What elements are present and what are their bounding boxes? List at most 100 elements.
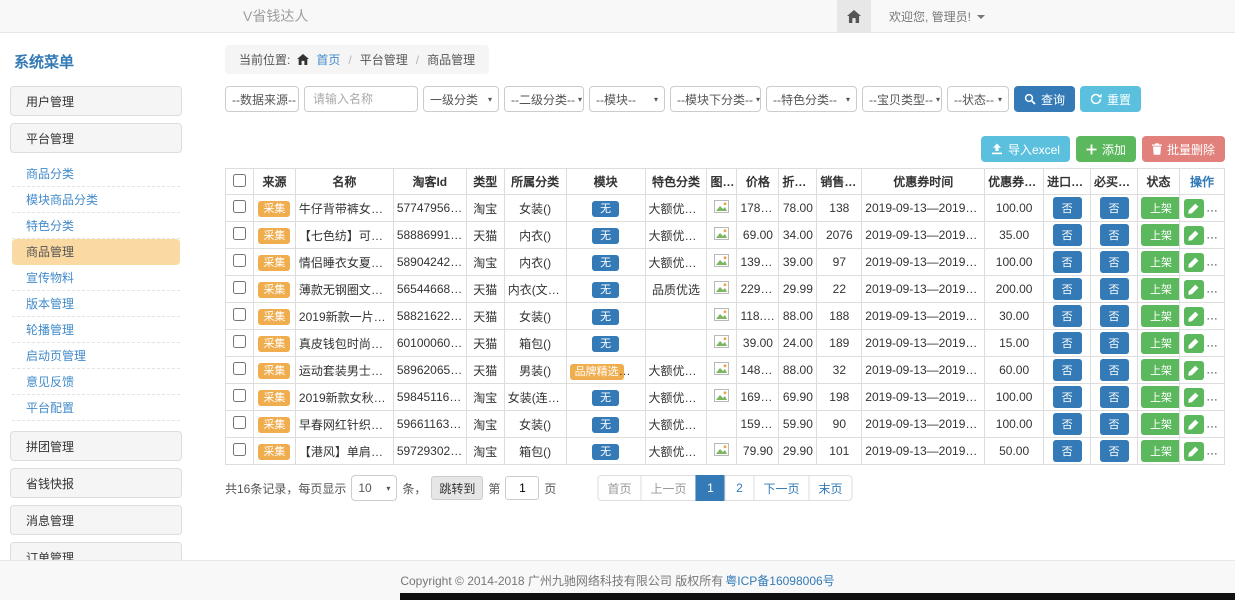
sidebar-item-版本管理[interactable]: 版本管理: [12, 291, 180, 317]
sidebar-item-商品分类[interactable]: 商品分类: [12, 161, 180, 187]
breadcrumb-prefix: 当前位置:: [239, 51, 290, 68]
edit-button[interactable]: [1184, 307, 1204, 326]
edit-button[interactable]: [1184, 415, 1204, 434]
import-toggle-button[interactable]: 否: [1053, 359, 1082, 381]
filter-select-8[interactable]: --宝贝类型--▾: [862, 86, 942, 112]
must-buy-toggle-button[interactable]: 否: [1100, 305, 1129, 327]
sidebar-item-意见反馈[interactable]: 意见反馈: [12, 369, 180, 395]
must-buy-toggle-button[interactable]: 否: [1100, 386, 1129, 408]
jump-page-input[interactable]: [505, 476, 539, 500]
select-all-checkbox[interactable]: [233, 174, 246, 187]
filter-select-7[interactable]: --特色分类--▾: [766, 86, 857, 112]
edit-button[interactable]: [1184, 253, 1204, 272]
sidebar-group-4[interactable]: 省钱快报: [10, 468, 182, 498]
import-toggle-button[interactable]: 否: [1053, 224, 1082, 246]
reset-button[interactable]: 重置: [1080, 86, 1141, 112]
page-button-首页[interactable]: 首页: [597, 475, 641, 501]
sidebar-group-3[interactable]: 拼团管理: [10, 431, 182, 461]
sidebar-item-平台配置[interactable]: 平台配置: [12, 395, 180, 421]
add-button[interactable]: 添加: [1076, 136, 1136, 162]
import-toggle-button[interactable]: 否: [1053, 305, 1082, 327]
import-toggle-button[interactable]: 否: [1053, 440, 1082, 462]
page-button-下一页[interactable]: 下一页: [754, 475, 810, 501]
page-button-末页[interactable]: 末页: [809, 475, 853, 501]
status-button[interactable]: 上架: [1141, 413, 1179, 435]
cell-icon: [707, 276, 737, 303]
page-button-2[interactable]: 2: [725, 475, 755, 501]
status-button[interactable]: 上架: [1141, 224, 1179, 246]
search-name-input[interactable]: [304, 86, 418, 112]
sidebar-item-宣传物料[interactable]: 宣传物料: [12, 265, 180, 291]
row-checkbox[interactable]: [233, 227, 246, 240]
edit-button[interactable]: [1184, 361, 1204, 380]
sidebar-item-特色分类[interactable]: 特色分类: [12, 213, 180, 239]
breadcrumb-home-link[interactable]: 首页: [316, 51, 340, 68]
must-buy-toggle-button[interactable]: 否: [1100, 278, 1129, 300]
status-button[interactable]: 上架: [1141, 332, 1179, 354]
must-buy-toggle-button[interactable]: 否: [1100, 251, 1129, 273]
page-button-上一页[interactable]: 上一页: [640, 475, 696, 501]
must-buy-toggle-button[interactable]: 否: [1100, 197, 1129, 219]
filter-select-1[interactable]: --数据来源--▾: [225, 86, 299, 112]
import-toggle-button[interactable]: 否: [1053, 413, 1082, 435]
filter-select-4[interactable]: --二级分类--▾: [504, 86, 584, 112]
import-toggle-button[interactable]: 否: [1053, 386, 1082, 408]
sidebar-group-2[interactable]: 平台管理: [10, 123, 182, 153]
row-checkbox[interactable]: [233, 389, 246, 402]
sidebar-group-1[interactable]: 用户管理: [10, 86, 182, 116]
batch-delete-button[interactable]: 批量删除: [1142, 136, 1225, 162]
edit-button[interactable]: [1184, 442, 1204, 461]
sidebar-item-模块商品分类[interactable]: 模块商品分类: [12, 187, 180, 213]
sidebar-group-5[interactable]: 消息管理: [10, 505, 182, 535]
status-button[interactable]: 上架: [1141, 359, 1179, 381]
cell-operations: [1179, 195, 1224, 222]
must-buy-toggle-button[interactable]: 否: [1100, 440, 1129, 462]
status-button[interactable]: 上架: [1141, 386, 1179, 408]
sidebar-group-6[interactable]: 订单管理: [10, 542, 182, 560]
filter-select-9[interactable]: --状态--▾: [947, 86, 1009, 112]
row-checkbox[interactable]: [233, 443, 246, 456]
import-toggle-button[interactable]: 否: [1053, 251, 1082, 273]
row-checkbox[interactable]: [233, 200, 246, 213]
status-button[interactable]: 上架: [1141, 305, 1179, 327]
must-buy-toggle-button[interactable]: 否: [1100, 413, 1129, 435]
status-button[interactable]: 上架: [1141, 278, 1179, 300]
jump-button[interactable]: 跳转到: [431, 476, 483, 500]
edit-button[interactable]: [1184, 280, 1204, 299]
edit-button[interactable]: [1184, 226, 1204, 245]
icp-link[interactable]: 粤ICP备16098006号: [725, 572, 834, 589]
status-button[interactable]: 上架: [1141, 440, 1179, 462]
import-toggle-button[interactable]: 否: [1053, 278, 1082, 300]
import-toggle-button[interactable]: 否: [1053, 197, 1082, 219]
import-toggle-button[interactable]: 否: [1053, 332, 1082, 354]
sidebar-item-启动页管理[interactable]: 启动页管理: [12, 343, 180, 369]
search-button[interactable]: 查询: [1014, 86, 1075, 112]
filter-select-3[interactable]: 一级分类▾: [423, 86, 499, 112]
filter-select-6[interactable]: --模块下分类--▾: [670, 86, 761, 112]
edit-button[interactable]: [1184, 199, 1204, 218]
filter-select-5[interactable]: --模块--▾: [589, 86, 665, 112]
edit-button[interactable]: [1184, 388, 1204, 407]
must-buy-toggle-button[interactable]: 否: [1100, 224, 1129, 246]
row-checkbox[interactable]: [233, 335, 246, 348]
row-checkbox[interactable]: [233, 254, 246, 267]
row-checkbox[interactable]: [233, 308, 246, 321]
filter-select-label: --二级分类--: [511, 91, 575, 108]
cell-discount-price: 29.99: [779, 276, 817, 303]
row-checkbox[interactable]: [233, 281, 246, 294]
sidebar-item-轮播管理[interactable]: 轮播管理: [12, 317, 180, 343]
cell-icon: [707, 357, 737, 384]
home-button[interactable]: [837, 0, 871, 32]
page-button-1[interactable]: 1: [696, 475, 726, 501]
must-buy-toggle-button[interactable]: 否: [1100, 359, 1129, 381]
row-checkbox[interactable]: [233, 362, 246, 375]
status-button[interactable]: 上架: [1141, 251, 1179, 273]
user-menu[interactable]: 欢迎您, 管理员!: [871, 8, 995, 25]
import-excel-button[interactable]: 导入excel: [981, 136, 1070, 162]
sidebar-item-商品管理[interactable]: 商品管理: [12, 239, 180, 265]
page-size-select[interactable]: 10 ▾: [351, 475, 397, 501]
row-checkbox[interactable]: [233, 416, 246, 429]
must-buy-toggle-button[interactable]: 否: [1100, 332, 1129, 354]
status-button[interactable]: 上架: [1141, 197, 1179, 219]
edit-button[interactable]: [1184, 334, 1204, 353]
